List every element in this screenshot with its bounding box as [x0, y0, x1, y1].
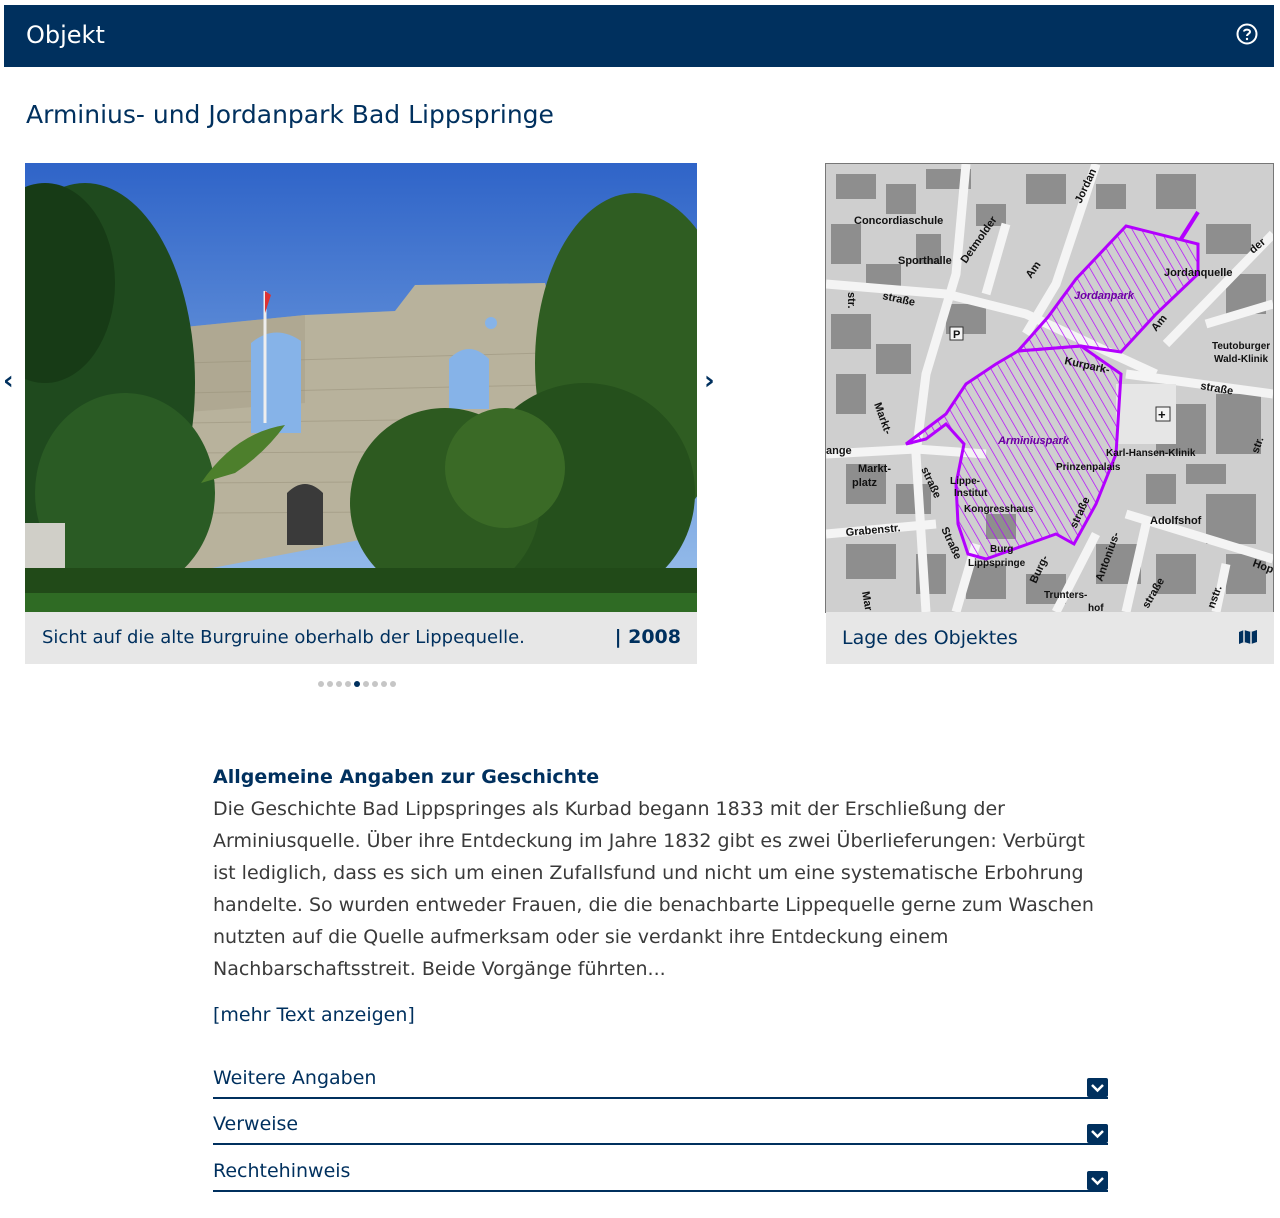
chevron-down-icon[interactable] [1087, 1171, 1108, 1190]
svg-text:Adolfshof: Adolfshof [1150, 515, 1202, 527]
svg-text:P: P [953, 329, 960, 341]
carousel-dot[interactable] [345, 681, 351, 687]
header-bar: Objekt [4, 5, 1274, 67]
history-section: Allgemeine Angaben zur Geschichte Die Ge… [213, 763, 1108, 1026]
svg-text:Lippe-: Lippe- [950, 476, 980, 487]
carousel-dot[interactable] [336, 681, 342, 687]
map-caption: Lage des Objektes [826, 612, 1274, 664]
map-caption-text: Lage des Objektes [842, 627, 1018, 649]
svg-text:Karl-Hansen-Klinik: Karl-Hansen-Klinik [1106, 448, 1196, 459]
svg-text:Kongresshaus: Kongresshaus [964, 504, 1034, 515]
svg-text:ange: ange [826, 445, 852, 457]
map-icon[interactable] [1238, 629, 1258, 645]
svg-text:Lippspringe: Lippspringe [968, 558, 1026, 569]
svg-text:Burg: Burg [990, 544, 1013, 555]
carousel-dot-active[interactable] [354, 681, 360, 687]
more-text-link[interactable]: [mehr Text anzeigen] [213, 1004, 1108, 1026]
carousel-dot[interactable] [327, 681, 333, 687]
svg-text:Concordiaschule: Concordiaschule [854, 215, 943, 227]
carousel-dot[interactable] [363, 681, 369, 687]
location-map[interactable]: Concordiaschule Sporthalle Detmolder str… [825, 163, 1274, 613]
svg-text:+: + [1158, 407, 1166, 422]
carousel-dot[interactable] [318, 681, 324, 687]
svg-text:platz: platz [852, 477, 878, 489]
carousel-prev-button[interactable]: ‹ [3, 366, 14, 396]
carousel-dot[interactable] [381, 681, 387, 687]
svg-text:Institut: Institut [954, 488, 988, 499]
svg-text:Wald-Klinik: Wald-Klinik [1214, 354, 1269, 365]
svg-text:Trunters-: Trunters- [1044, 590, 1087, 601]
carousel-next-button[interactable]: › [704, 366, 715, 396]
accordion-label: Rechtehinweis [213, 1160, 351, 1182]
svg-text:Jordanquelle: Jordanquelle [1164, 267, 1232, 279]
accordion-verweise[interactable]: Verweise [213, 1111, 1108, 1145]
svg-text:Prinzenpalais: Prinzenpalais [1056, 462, 1121, 473]
carousel-dot[interactable] [372, 681, 378, 687]
svg-text:Arminiuspark: Arminiuspark [997, 435, 1070, 447]
photo-caption-text: Sicht auf die alte Burgruine oberhalb de… [42, 627, 525, 648]
svg-text:str.: str. [845, 292, 857, 309]
history-heading: Allgemeine Angaben zur Geschichte [213, 766, 600, 788]
accordion-weitere-angaben[interactable]: Weitere Angaben [213, 1065, 1108, 1099]
carousel-dot[interactable] [390, 681, 396, 687]
svg-text:Markt-: Markt- [858, 463, 891, 475]
photo-caption: Sicht auf die alte Burgruine oberhalb de… [25, 612, 697, 664]
accordion-label: Weitere Angaben [213, 1067, 377, 1089]
history-text: Die Geschichte Bad Lippspringes als Kurb… [213, 798, 1094, 980]
svg-text:hof: hof [1088, 603, 1104, 612]
svg-text:Jordanpark: Jordanpark [1074, 290, 1135, 302]
carousel-dots [318, 681, 396, 689]
header-title: Objekt [26, 21, 105, 49]
photo-caption-year: | 2008 [614, 626, 681, 648]
chevron-down-icon[interactable] [1087, 1078, 1108, 1097]
help-circle-icon[interactable] [1236, 23, 1258, 45]
carousel-photo[interactable] [25, 163, 697, 612]
page-title: Arminius- und Jordanpark Bad Lippspringe [26, 100, 554, 129]
svg-text:Teutoburger: Teutoburger [1212, 341, 1270, 352]
svg-text:Sporthalle: Sporthalle [898, 255, 952, 267]
accordion-rechtehinweis[interactable]: Rechtehinweis [213, 1158, 1108, 1192]
chevron-down-icon[interactable] [1087, 1124, 1108, 1143]
accordion-label: Verweise [213, 1113, 299, 1135]
